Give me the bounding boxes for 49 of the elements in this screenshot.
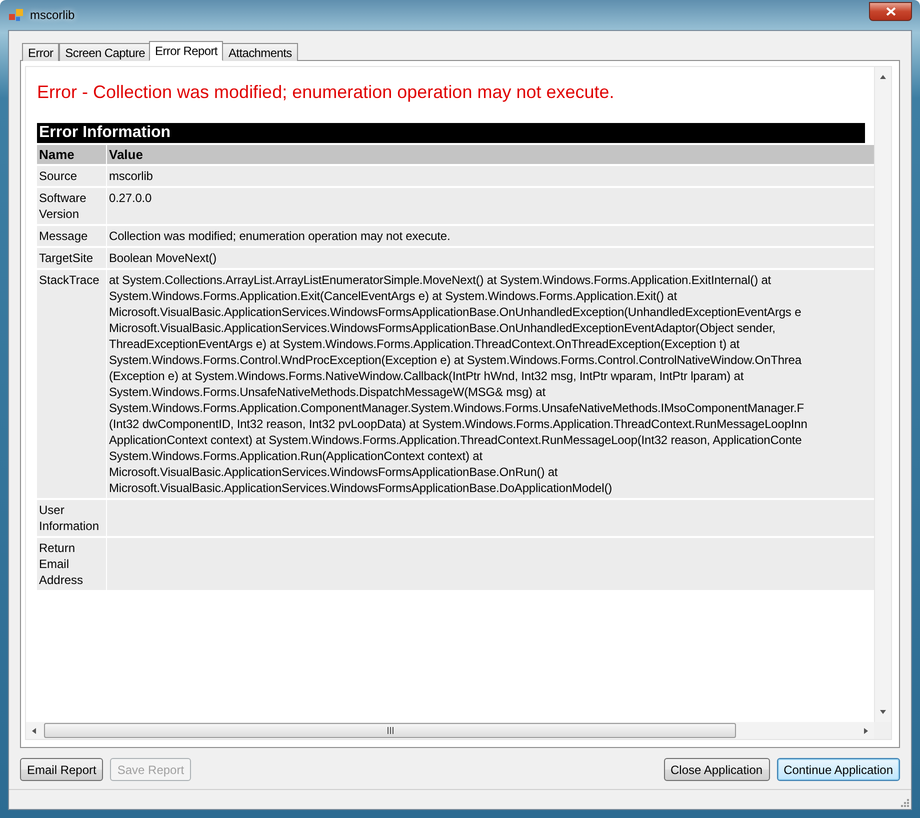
value-text: System.Windows.Forms.Application.Run(ApplicationContext context) at: [109, 448, 484, 464]
value-text: System.Windows.Forms.Control.WndProcException(Exception e) at System.Windows.Forms.Control.ControlNativeWindow.OnThrea: [109, 352, 802, 368]
value-text: (Exception e) at System.Windows.Forms.NativeWindow.Callback(IntPtr hWnd, Int32 msg, IntPtr wparam, IntPtr lparam) at: [109, 368, 745, 384]
tab[interactable]: Error: [22, 43, 60, 61]
value-text: Microsoft.VisualBasic.ApplicationServices.WindowsFormsApplicationBase.OnRun() at: [109, 464, 559, 480]
section-title: Error Information: [37, 123, 865, 143]
close-icon: [886, 6, 896, 16]
name-cell: Message: [37, 226, 106, 246]
close-button[interactable]: [869, 2, 912, 20]
value-text: at System.Collections.ArrayList.ArrayListEnumeratorSimple.MoveNext() at System.Windows.Forms.Application.ExitInternal() at: [109, 272, 772, 288]
name-cell: User Information: [37, 500, 106, 536]
value-text: Boolean MoveNext(): [109, 250, 218, 266]
scroll-up-icon[interactable]: [879, 73, 887, 81]
tab[interactable]: Error Report: [149, 41, 224, 61]
value-text: ApplicationContext context) at System.Windows.Forms.Application.ThreadContext.RunMessageLoop(Int32 reason, ApplicationConte: [109, 432, 803, 448]
error-heading: Error - Collection was modified; enumeration operation may not execute.: [37, 82, 616, 103]
name-cell: Software Version: [37, 188, 106, 224]
vertical-scrollbar[interactable]: [874, 67, 891, 722]
value-text: System.Windows.Forms.UnsafeNativeMethods.DispatchMessageW(MSG& msg) at: [109, 384, 546, 400]
value-text: mscorlib: [109, 168, 154, 184]
column-header: Name: [37, 145, 106, 164]
column-header: Value: [107, 145, 874, 164]
app-icon: [8, 7, 24, 23]
value-text: Microsoft.VisualBasic.ApplicationServices.WindowsFormsApplicationBase.DoApplicationModel(): [109, 480, 613, 496]
grip-icon: [386, 727, 394, 734]
name-cell: Source: [37, 166, 106, 186]
name-cell: Return Email Address: [37, 538, 106, 590]
horizontal-scrollbar[interactable]: [26, 722, 874, 739]
value-text: 0.27.0.0: [109, 190, 153, 206]
scroll-down-icon[interactable]: [879, 708, 887, 716]
value-text: Microsoft.VisualBasic.ApplicationServices.WindowsFormsApplicationBase.OnUnhandledExceptionEventAdaptor(Object sender,: [109, 320, 776, 336]
value-text: Collection was modified; enumeration operation may not execute.: [109, 228, 452, 244]
name-cell: TargetSite: [37, 248, 106, 268]
name-cell: StackTrace: [37, 270, 106, 498]
application-button[interactable]: Continue Application: [776, 758, 900, 781]
tab[interactable]: Attachments: [222, 43, 298, 61]
value-text: ThreadExceptionEventArgs e) at System.Windows.Forms.Application.ThreadContext.OnThreadException(Exception t) at: [109, 336, 741, 352]
resize-grip-icon: [899, 797, 909, 807]
scroll-left-icon[interactable]: [30, 726, 38, 734]
value-text: System.Windows.Forms.Application.ComponentManager.System.Windows.Forms.UnsafeNativeMethods.IMsoComponentManager.F: [109, 400, 805, 416]
value-text: (Int32 dwComponentID, Int32 reason, Int32 pvLoopData) at System.Windows.Forms.Application.ThreadContext.RunMessageLoopInn: [109, 416, 808, 432]
scroll-thumb[interactable]: [44, 723, 736, 738]
tab[interactable]: Screen Capture: [59, 43, 152, 61]
window-title: mscorlib: [30, 8, 75, 22]
application-button[interactable]: Close Application: [664, 758, 770, 781]
value-text: Microsoft.VisualBasic.ApplicationServices.WindowsFormsApplicationBase.OnUnhandledException(UnhandledExceptionEventArgs e: [109, 304, 802, 320]
report-button[interactable]: Email Report: [20, 758, 104, 781]
value-text: System.Windows.Forms.Application.Exit(CancelEventArgs e) at System.Windows.Forms.Application.Exit() at: [109, 288, 678, 304]
scroll-right-icon[interactable]: [862, 726, 870, 734]
